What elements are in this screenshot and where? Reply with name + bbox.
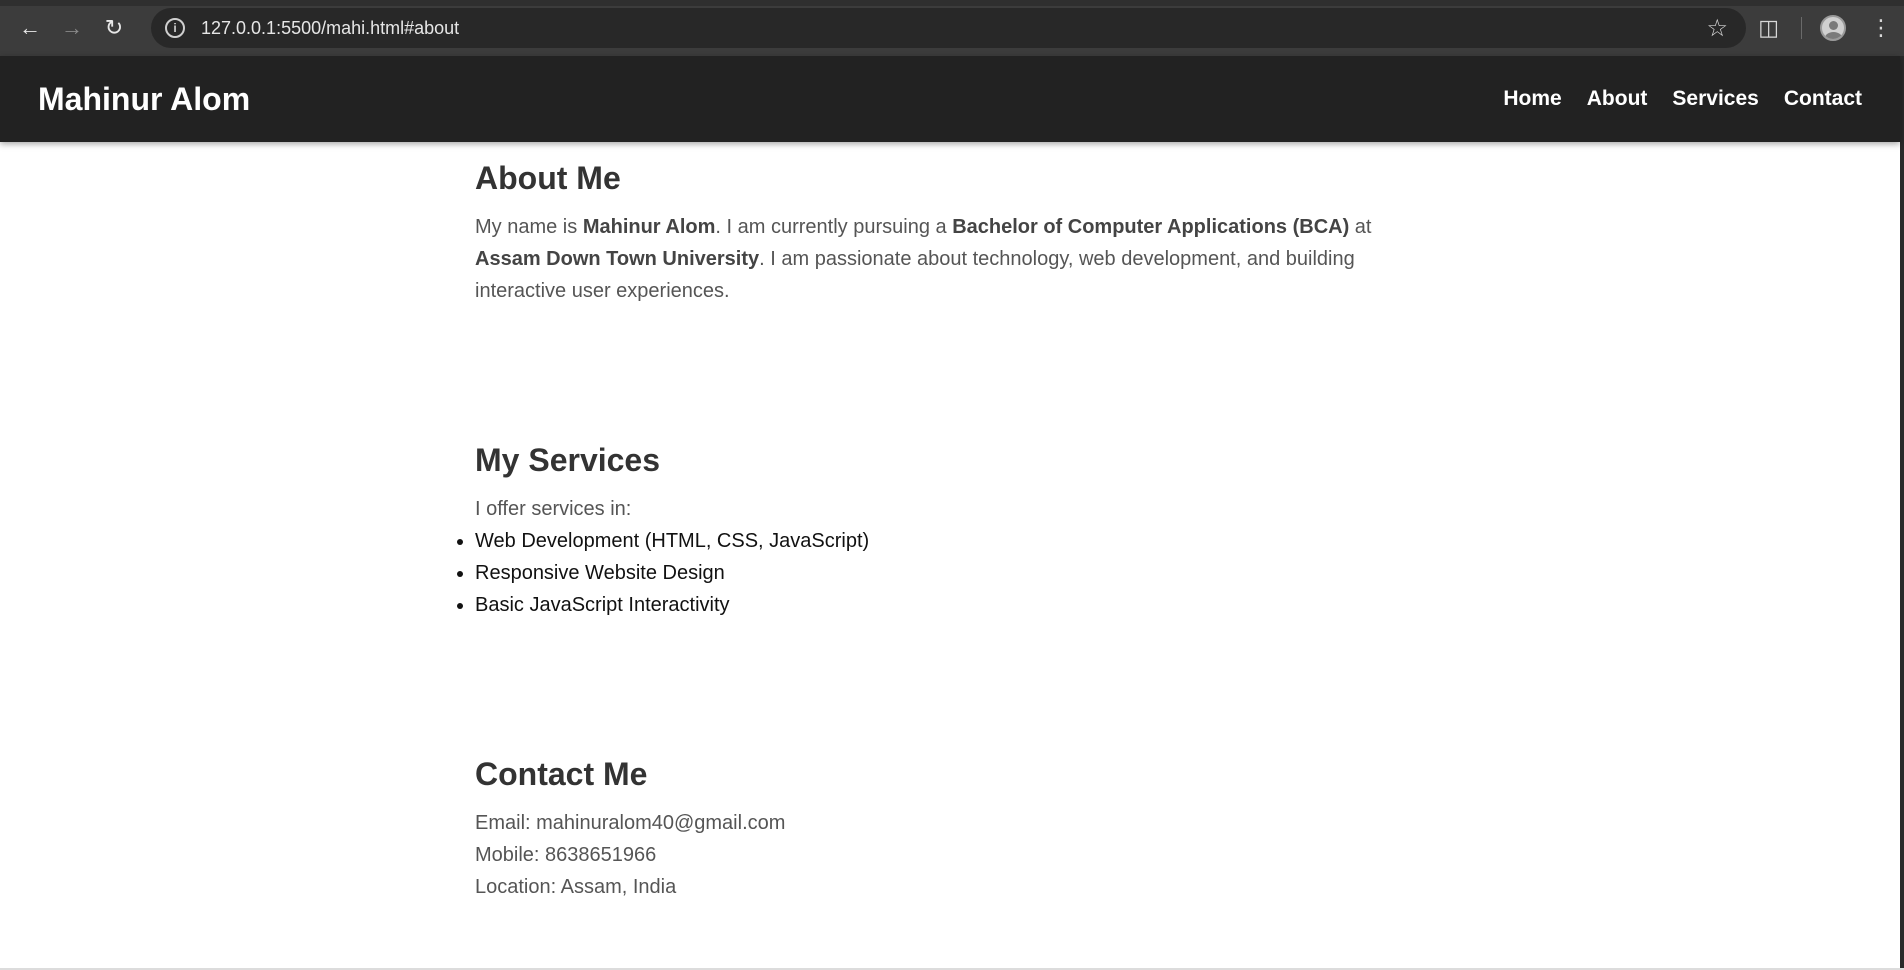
site-info-icon[interactable]: i	[165, 18, 185, 38]
contact-mobile: Mobile: 8638651966	[475, 844, 657, 866]
about-title: About Me	[475, 160, 621, 196]
list-item: Web Development (HTML, CSS, JavaScript)	[475, 525, 1395, 557]
about-name: Mahinur Alom	[582, 216, 716, 238]
about-university: Assam Down Town University	[475, 248, 760, 270]
nav-contact-link[interactable]: Contact	[1784, 87, 1862, 111]
about-text-1: My name is	[475, 216, 583, 238]
bookmark-star-icon[interactable]: ☆	[1706, 14, 1728, 43]
services-list: Web Development (HTML, CSS, JavaScript) …	[475, 525, 1395, 621]
browser-toolbar: ← → ↻ i 127.0.0.1:5500/mahi.html#about ☆…	[0, 0, 1904, 56]
address-bar[interactable]: i 127.0.0.1:5500/mahi.html#about ☆	[151, 8, 1746, 48]
forward-arrow-icon[interactable]: →	[52, 8, 92, 48]
about-text-3: at	[1349, 216, 1372, 238]
nav-about-link[interactable]: About	[1587, 87, 1648, 111]
about-text-2: . I am currently pursuing a	[715, 216, 953, 238]
reload-icon[interactable]: ↻	[94, 8, 134, 48]
toolbar-divider	[1801, 17, 1802, 39]
url-text[interactable]: 127.0.0.1:5500/mahi.html#about	[201, 18, 459, 39]
browser-right-tools: ◫ ⋮	[1758, 8, 1904, 48]
contact-email: Email: mahinuralom40@gmail.com	[475, 812, 786, 834]
about-paragraph: My name is Mahinur Alom. I am currently …	[475, 211, 1395, 307]
contact-details: Email: mahinuralom40@gmail.com Mobile: 8…	[475, 807, 1395, 903]
extensions-puzzle-icon[interactable]: ◫	[1758, 15, 1779, 41]
nav-home-link[interactable]: Home	[1503, 87, 1561, 111]
profile-avatar[interactable]	[1820, 15, 1846, 41]
services-section: My Services I offer services in: Web Dev…	[475, 442, 1395, 621]
about-degree: Bachelor of Computer Applications (BCA)	[952, 216, 1350, 238]
site-header: Mahinur Alom Home About Services Contact	[0, 56, 1900, 142]
services-intro: I offer services in:	[475, 498, 632, 520]
browser-top-strip	[0, 0, 1904, 6]
about-section: About Me My name is Mahinur Alom. I am c…	[475, 160, 1395, 307]
contact-title: Contact Me	[475, 756, 648, 792]
services-title: My Services	[475, 442, 661, 478]
contact-location: Location: Assam, India	[475, 876, 677, 898]
list-item: Responsive Website Design	[475, 557, 1395, 589]
page-scrollbar-edge[interactable]	[1900, 56, 1904, 970]
site-brand[interactable]: Mahinur Alom	[38, 81, 250, 118]
contact-section: Contact Me Email: mahinuralom40@gmail.co…	[475, 756, 1395, 903]
list-item: Basic JavaScript Interactivity	[475, 589, 1395, 621]
main-nav: Home About Services Contact	[1478, 87, 1862, 111]
back-arrow-icon[interactable]: ←	[10, 8, 50, 48]
nav-services-link[interactable]: Services	[1672, 87, 1758, 111]
browser-menu-icon[interactable]: ⋮	[1870, 15, 1892, 41]
